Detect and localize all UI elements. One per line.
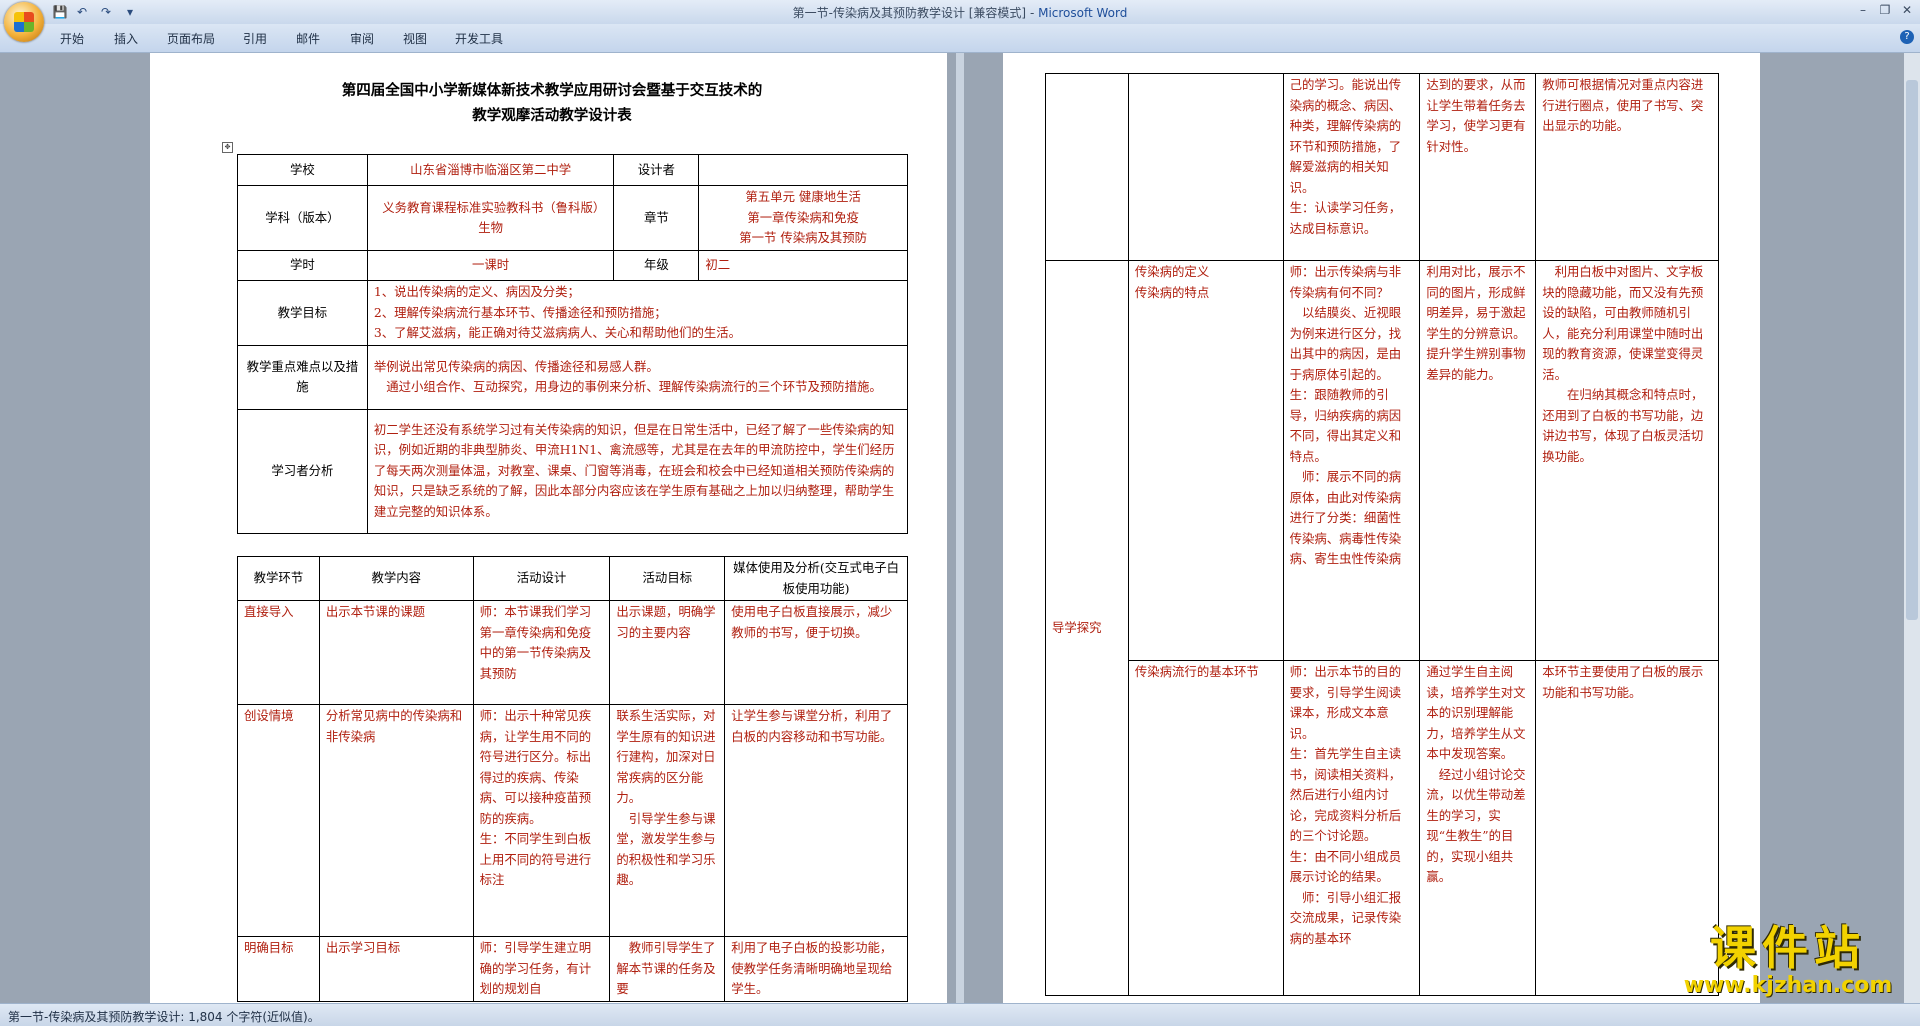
kjzhan-watermark: 课件站 www.kjzhan.com [1668, 922, 1908, 998]
school-value: 山东省淄博市临淄区第二中学 [366, 154, 615, 186]
activity-cell: 师：出示十种常见疾病，让学生用不同的符号进行区分。标出得过的疾病、传染病、可以接… [472, 704, 611, 937]
keys-label: 教学重点难点以及措施 [237, 344, 368, 410]
keys-value: 举例说出常见传染病的病因、传播途径和易感人群。 通过小组合作、互动探究，用身边的事… [366, 344, 909, 410]
stage-cell: 明确目标 [237, 936, 320, 1002]
watermark-main-text: 课件站 [1710, 921, 1866, 975]
restore-icon[interactable]: ❐ [1874, 2, 1896, 18]
close-icon[interactable]: ✕ [1896, 2, 1918, 18]
header-media: 媒体使用及分析(交互式电子白板使用功能) [724, 556, 908, 601]
goal-cell: 达到的要求，从而让学生带着任务去学习，使学习更有针对性。 [1419, 73, 1537, 261]
grade-label: 年级 [613, 250, 700, 281]
office-logo-icon [14, 12, 34, 32]
status-bar: 第一节-传染病及其预防教学设计: 1,804 个字符(近似值)。 [0, 1003, 1920, 1026]
media-cell: 教师可根据情况对重点内容进行进行圈点，使用了书写、突出显示的功能。 [1535, 73, 1719, 261]
stage-cell: 导学探究 [1045, 260, 1129, 996]
designer-value [698, 154, 908, 186]
media-cell: 使用电子白板直接展示，减少教师的书写，便于切换。 [724, 600, 908, 705]
tab-page-layout[interactable]: 页面布局 [167, 30, 215, 47]
designer-label: 设计者 [613, 154, 700, 186]
grade-value: 初二 [698, 250, 908, 281]
doc-title-line-2: 教学观摩活动教学设计表 [472, 107, 632, 124]
header-activity: 活动设计 [472, 556, 611, 601]
help-icon[interactable]: ? [1900, 30, 1914, 44]
media-cell: 利用白板中对图片、文字板块的隐藏功能，而又没有先预设的缺陷，可由教师随机引人，能… [1535, 260, 1719, 661]
tab-insert[interactable]: 插入 [114, 30, 138, 47]
window-title: 第一节-传染病及其预防教学设计 [兼容模式] - Microsoft Word [792, 6, 1128, 20]
learner-label: 学习者分析 [237, 408, 368, 534]
stage-cell: 创设情境 [237, 704, 320, 937]
media-cell: 利用了电子白板的投影功能，使教学任务清晰明确地呈现给学生。 [724, 936, 908, 1002]
content-cell: 出示学习目标 [318, 936, 474, 1002]
status-text[interactable]: 第一节-传染病及其预防教学设计: 1,804 个字符(近似值)。 [8, 1008, 320, 1025]
learner-value: 初二学生还没有系统学习过有关传染病的知识，但是在日常生活中，已经了解了一些传染病… [366, 408, 909, 534]
tab-view[interactable]: 视图 [403, 30, 427, 47]
content-cell [1127, 73, 1284, 261]
activity-cell: 己的学习。能说出传染病的概念、病因、种类，理解传染病的环节和预防措施，了解爱滋病… [1282, 73, 1421, 261]
chapter-label: 章节 [613, 185, 700, 251]
activity-cell: 师：出示本节的目的要求，引导学生阅读课本，形成文本意识。 生：首先学生自主读书，阅… [1282, 660, 1421, 996]
document-page-1[interactable]: 第四届全国中小学新媒体新技术教学应用研讨会暨基于交互技术的 教学观摩活动教学设计… [150, 53, 947, 1003]
process-table: 教学环节 教学内容 活动设计 活动目标 媒体使用及分析(交互式电子白板使用功能)… [237, 556, 908, 1002]
title-bar: 💾 ↶ ↷ ▾ 第一节-传染病及其预防教学设计 [兼容模式] - Microso… [0, 0, 1920, 42]
hours-label: 学时 [237, 250, 368, 281]
tab-home[interactable]: 开始 [60, 30, 84, 47]
table-move-handle-icon[interactable]: ✥ [222, 142, 233, 153]
chapter-value: 第五单元 健康地生活 第一章传染病和免疫 第一节 传染病及其预防 [698, 185, 908, 251]
stage-cell [1045, 73, 1129, 261]
activity-cell: 师：出示传染病与非传染病有何不同？ 以结膜炎、近视眼为例来进行区分，找出其中的病因… [1282, 260, 1421, 661]
doc-title-line-1: 第四届全国中小学新媒体新技术教学应用研讨会暨基于交互技术的 [341, 82, 763, 99]
goals-value: 1、说出传染病的定义、病因及分类； 2、理解传染病流行基本环节、传播途径和预防措施… [366, 280, 909, 346]
scrollbar-thumb[interactable] [1906, 80, 1918, 620]
tab-review[interactable]: 审阅 [350, 30, 374, 47]
office-button[interactable] [4, 2, 44, 42]
stage-cell: 直接导入 [237, 600, 320, 705]
watermark-url: www.kjzhan.com [1683, 973, 1893, 998]
header-stage: 教学环节 [237, 556, 320, 601]
tab-references[interactable]: 引用 [243, 30, 267, 47]
goal-cell: 通过学生自主阅读，培养学生对文本的识别理解能力，培养学生从文本中发现答案。 经过小… [1419, 660, 1537, 996]
content-cell: 传染病流行的基本环节 [1127, 660, 1284, 996]
hours-value: 一课时 [366, 250, 615, 281]
goal-cell: 出示课题，明确学习的主要内容 [609, 600, 726, 705]
content-cell: 出示本节课的课题 [318, 600, 474, 705]
header-content: 教学内容 [318, 556, 474, 601]
school-label: 学校 [237, 154, 368, 186]
subject-value: 义务教育课程标准实验教科书（鲁科版） 生物 [366, 185, 624, 251]
activity-cell: 师：本节课我们学习第一章传染病和免疫中的第一节传染病及其预防 [472, 600, 611, 705]
activity-cell: 师：引导学生建立明确的学习任务，有计划的规划自 [472, 936, 611, 1002]
goals-label: 教学目标 [237, 280, 368, 346]
goal-cell: 利用对比，展示不同的图片，形成鲜明差异，易于激起学生的分辨意识。提升学生辨别事物… [1419, 260, 1537, 661]
ribbon-tabs: 开始 插入 页面布局 引用 邮件 审阅 视图 开发工具 ? [0, 24, 1920, 53]
minimize-icon[interactable]: – [1852, 2, 1874, 18]
document-page-2[interactable]: 己的学习。能说出传染病的概念、病因、种类，理解传染病的环节和预防措施，了解爱滋病… [1003, 53, 1760, 1003]
header-goal: 活动目标 [609, 556, 726, 601]
subject-label: 学科（版本） [237, 185, 368, 251]
tab-mailings[interactable]: 邮件 [296, 30, 320, 47]
goal-cell: 联系生活实际，对学生原有的知识进行建构，加深对日常疾病的区分能力。 引导学生参与课… [609, 704, 726, 937]
process-table-continued: 己的学习。能说出传染病的概念、病因、种类，理解传染病的环节和预防措施，了解爱滋病… [1045, 73, 1719, 996]
tab-developer[interactable]: 开发工具 [455, 30, 503, 47]
goal-cell: 教师引导学生了解本节课的任务及要 [609, 936, 726, 1002]
content-cell: 分析常见病中的传染病和非传染病 [318, 704, 474, 937]
info-table: 学校 山东省淄博市临淄区第二中学 设计者 学科（版本） 义务教育课程标准实验教科… [237, 154, 909, 534]
page-gap [956, 53, 964, 1003]
content-cell: 传染病的定义 传染病的特点 [1127, 260, 1284, 661]
media-cell: 让学生参与课堂分析，利用了白板的内容移动和书写功能。 [724, 704, 908, 937]
